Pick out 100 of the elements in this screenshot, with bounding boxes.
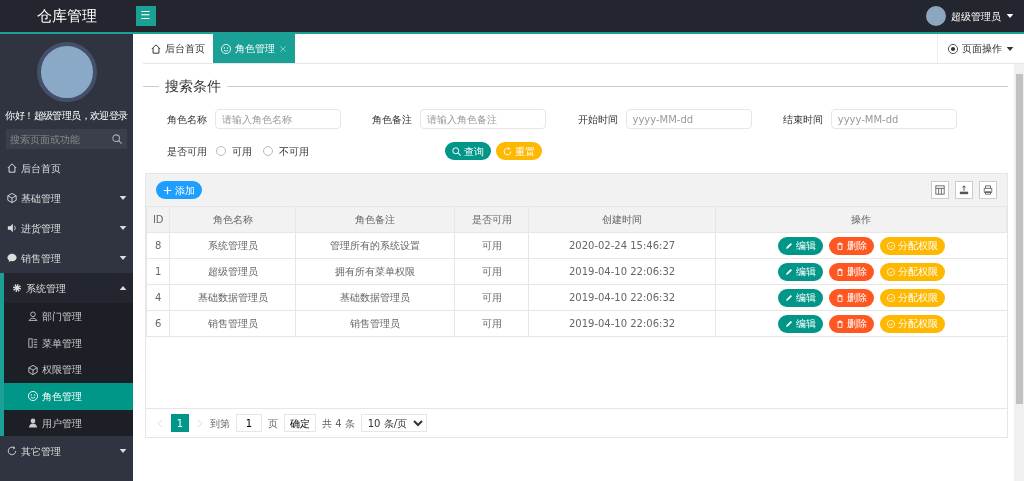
edit-button[interactable]: 编辑	[777, 236, 823, 255]
table-cell: 可用	[454, 310, 529, 337]
columns-icon	[935, 185, 945, 195]
trash-icon	[835, 241, 844, 250]
chevron-right-icon[interactable]	[195, 418, 204, 428]
radio-dot-icon	[948, 43, 958, 54]
home-icon	[151, 43, 161, 54]
cube-icon	[7, 193, 17, 203]
delete-button[interactable]: 删除	[828, 288, 874, 307]
check-circle-icon	[886, 267, 895, 276]
table-cell: 拥有所有菜单权限	[295, 258, 455, 285]
greeting-text: 你好！超级管理员，欢迎登录	[4, 109, 129, 123]
user-icon	[28, 311, 38, 322]
check-circle-icon	[886, 319, 895, 328]
search-icon	[112, 134, 122, 144]
sidebar-item[interactable]: 后台首页	[0, 153, 133, 183]
page-input[interactable]: 1	[236, 414, 262, 432]
column-header: 是否可用	[454, 206, 529, 233]
sidebar-subitem[interactable]: 角色管理	[4, 383, 133, 410]
column-header: ID	[146, 206, 170, 233]
table-cell: 基础数据管理员	[295, 284, 455, 311]
delete-button[interactable]: 删除	[828, 314, 874, 333]
confirm-button[interactable]: 确定	[284, 414, 316, 432]
search-icon	[451, 146, 461, 156]
field-label: 是否可用	[167, 144, 207, 159]
search-field[interactable]: 搜索页面或功能	[6, 129, 127, 149]
chat-bubble-icon	[7, 253, 17, 263]
input-field[interactable]: yyyy-MM-dd	[625, 109, 752, 129]
edit-button[interactable]: 编辑	[777, 288, 823, 307]
columns-button[interactable]	[931, 181, 949, 199]
table-cell: 可用	[454, 232, 529, 259]
page-button[interactable]: 1	[171, 414, 189, 432]
refresh-icon	[7, 446, 17, 457]
home-icon	[7, 163, 17, 173]
menu-button[interactable]: ☰	[135, 6, 156, 26]
sidebar-subitem[interactable]: 权限管理	[4, 356, 133, 384]
section-title: 搜索条件	[164, 77, 222, 96]
page-actions-menu[interactable]: 页面操作	[937, 34, 1024, 63]
table-cell: 1	[146, 258, 170, 285]
input-field[interactable]: yyyy-MM-dd	[830, 109, 957, 129]
table-cell: 2019-04-10 22:06:32	[528, 284, 716, 311]
sidebar-subitem[interactable]: 部门管理	[4, 303, 133, 330]
user-name[interactable]: 超级管理员	[951, 8, 1001, 24]
add-button[interactable]: 添加	[156, 181, 202, 199]
check-circle-icon	[886, 241, 895, 250]
trash-icon	[835, 267, 844, 276]
search-button[interactable]: 查询	[444, 142, 491, 160]
printer-button[interactable]	[979, 181, 997, 199]
sidebar-item[interactable]: 进货管理	[0, 213, 133, 243]
pager-text: 到第	[210, 416, 230, 431]
input-field[interactable]: 请输入角色备注	[420, 109, 547, 129]
field-label: 结束时间	[782, 112, 823, 127]
field-label: 角色名称	[167, 112, 207, 127]
list-icon	[28, 338, 38, 349]
radio-label: 不可用	[278, 144, 309, 159]
pencil-icon	[784, 241, 793, 250]
page-size-select[interactable]: 10 条/页	[360, 414, 427, 432]
table-cell: 销售管理员	[295, 310, 455, 337]
caret-down-icon	[119, 224, 127, 232]
tab[interactable]: 角色管理	[213, 34, 295, 63]
caret-down-icon	[119, 254, 127, 262]
column-header: 创建时间	[528, 206, 716, 233]
sidebar-subitem[interactable]: 用户管理	[4, 409, 133, 437]
sidebar-item[interactable]: 其它管理	[0, 436, 133, 467]
table-cell: 超级管理员	[169, 258, 296, 285]
pencil-icon	[784, 293, 793, 302]
export-button[interactable]	[955, 181, 973, 199]
field-label: 角色备注	[372, 112, 413, 127]
table-cell: 4	[146, 284, 170, 311]
table-cell: 管理所有的系统设置	[295, 232, 455, 259]
column-header: 角色备注	[295, 206, 455, 233]
scrollbar[interactable]	[1014, 64, 1024, 481]
table-cell: 基础数据管理员	[169, 284, 296, 311]
column-header: 角色名称	[169, 206, 296, 233]
caret-down-icon	[1006, 12, 1014, 20]
printer-icon	[983, 185, 993, 195]
table-cell: 2020-02-24 15:46:27	[528, 232, 716, 259]
person-icon	[28, 418, 38, 429]
chevron-left-icon[interactable]	[156, 418, 165, 428]
smile-icon	[221, 43, 231, 54]
sidebar-item[interactable]: 系统管理	[0, 273, 133, 303]
close-icon[interactable]	[279, 44, 287, 53]
sidebar-item[interactable]: 销售管理	[0, 243, 133, 273]
delete-button[interactable]: 删除	[828, 236, 874, 255]
sidebar-item[interactable]: 基础管理	[0, 183, 133, 213]
tab[interactable]: 后台首页	[143, 34, 213, 63]
table-cell: 2019-04-10 22:06:32	[528, 310, 716, 337]
edit-button[interactable]: 编辑	[777, 314, 823, 333]
radio-label: 可用	[231, 144, 252, 159]
input-field[interactable]: 请输入角色名称	[215, 109, 341, 129]
table-cell: 可用	[454, 284, 529, 311]
delete-button[interactable]: 删除	[828, 262, 874, 281]
caret-down-icon	[1006, 44, 1014, 53]
smile-icon	[28, 391, 38, 402]
app-logo: 仓库管理	[35, 5, 98, 27]
sidebar-subitem[interactable]: 菜单管理	[4, 329, 133, 357]
edit-button[interactable]: 编辑	[777, 262, 823, 281]
caret-up-icon	[119, 284, 127, 292]
table-cell: 销售管理员	[169, 310, 296, 337]
pager-text: 页	[268, 416, 278, 431]
